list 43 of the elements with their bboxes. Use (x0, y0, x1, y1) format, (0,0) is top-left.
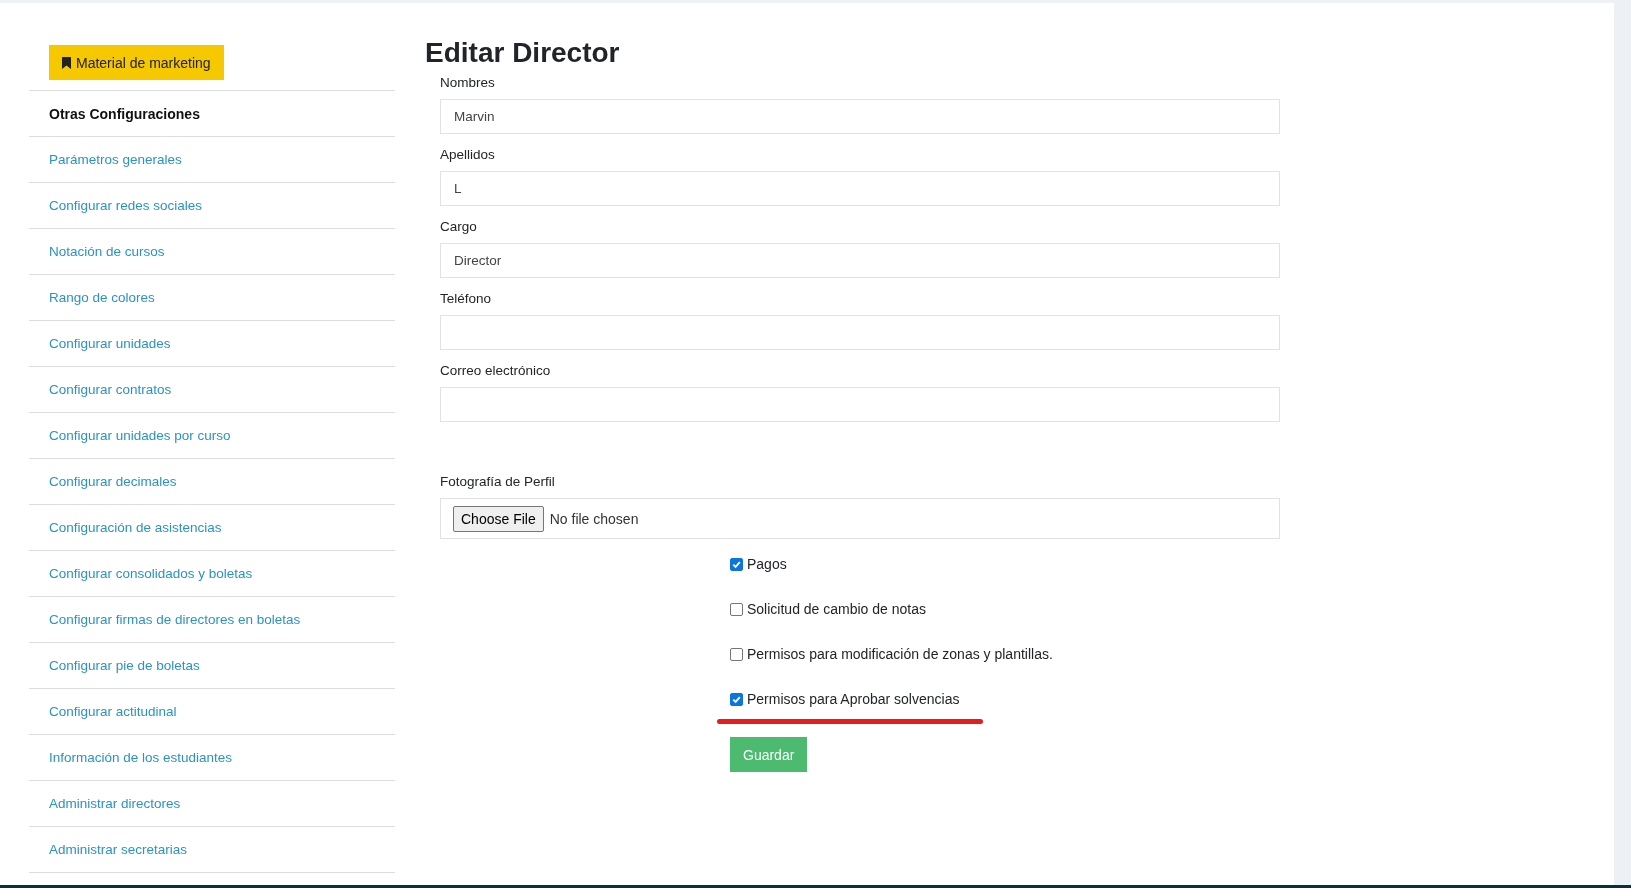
checkbox-label: Pagos (747, 556, 787, 572)
input-field[interactable]: Marvin (440, 99, 1280, 134)
bookmark-icon (62, 56, 71, 69)
file-status: No file chosen (549, 510, 639, 527)
sidebar-link[interactable]: Configurar redes sociales (49, 198, 203, 213)
save-button[interactable]: Guardar (730, 737, 808, 772)
marketing-button[interactable]: Material de marketing (49, 45, 224, 80)
field-label: Teléfono (440, 291, 493, 306)
checkbox[interactable] (730, 602, 743, 616)
sidebar-link[interactable]: Configuración de asistencias (49, 520, 222, 535)
page-title: Editar Director (425, 37, 621, 69)
checkbox[interactable] (730, 692, 743, 706)
input-field[interactable] (440, 315, 1280, 350)
choose-file-button[interactable]: Choose File (453, 505, 544, 532)
sidebar-link[interactable]: Notación de cursos (49, 244, 165, 259)
checkbox[interactable] (730, 557, 743, 571)
sidebar-link[interactable]: Configurar unidades (49, 336, 171, 351)
sidebar-link[interactable]: Configurar firmas de directores en boletas (49, 612, 301, 627)
sidebar-link[interactable]: Rango de colores (49, 290, 155, 305)
field-label: Apellidos (440, 147, 496, 162)
sidebar-link[interactable]: Información de los estudiantes (49, 750, 233, 765)
checkbox-label: Permisos para modificación de zonas y plantillas. (747, 646, 1053, 662)
checkbox-label: Solicitud de cambio de notas (747, 601, 926, 617)
field-label: Correo electrónico (440, 363, 552, 378)
field-label: Fotografía de Perfil (440, 474, 556, 489)
sidebar-link[interactable]: Parámetros generales (49, 152, 182, 167)
sidebar-link[interactable]: Administrar directores (49, 796, 181, 811)
sidebar-link[interactable]: Configurar unidades por curso (49, 428, 231, 443)
sidebar-link[interactable]: Configurar consolidados y boletas (49, 566, 253, 581)
sidebar-link[interactable]: Configurar actitudinal (49, 704, 177, 719)
sidebar-link[interactable]: Configurar pie de boletas (49, 658, 200, 673)
field-label: Cargo (440, 219, 478, 234)
input-field[interactable] (440, 387, 1280, 422)
checkbox[interactable] (730, 647, 743, 661)
sidebar-link[interactable]: Configurar decimales (49, 474, 177, 489)
input-field[interactable]: L (440, 171, 1280, 206)
field-label: Nombres (440, 75, 496, 90)
sidebar-link[interactable]: Administrar secretarias (49, 842, 188, 857)
file-input-field[interactable]: Choose File No file chosen (440, 498, 1280, 539)
sidebar-link[interactable]: Configurar contratos (49, 382, 172, 397)
checkbox-label: Permisos para Aprobar solvencias (747, 691, 960, 707)
sidebar-heading: Otras Configuraciones (49, 105, 200, 122)
input-field[interactable]: Director (440, 243, 1280, 278)
